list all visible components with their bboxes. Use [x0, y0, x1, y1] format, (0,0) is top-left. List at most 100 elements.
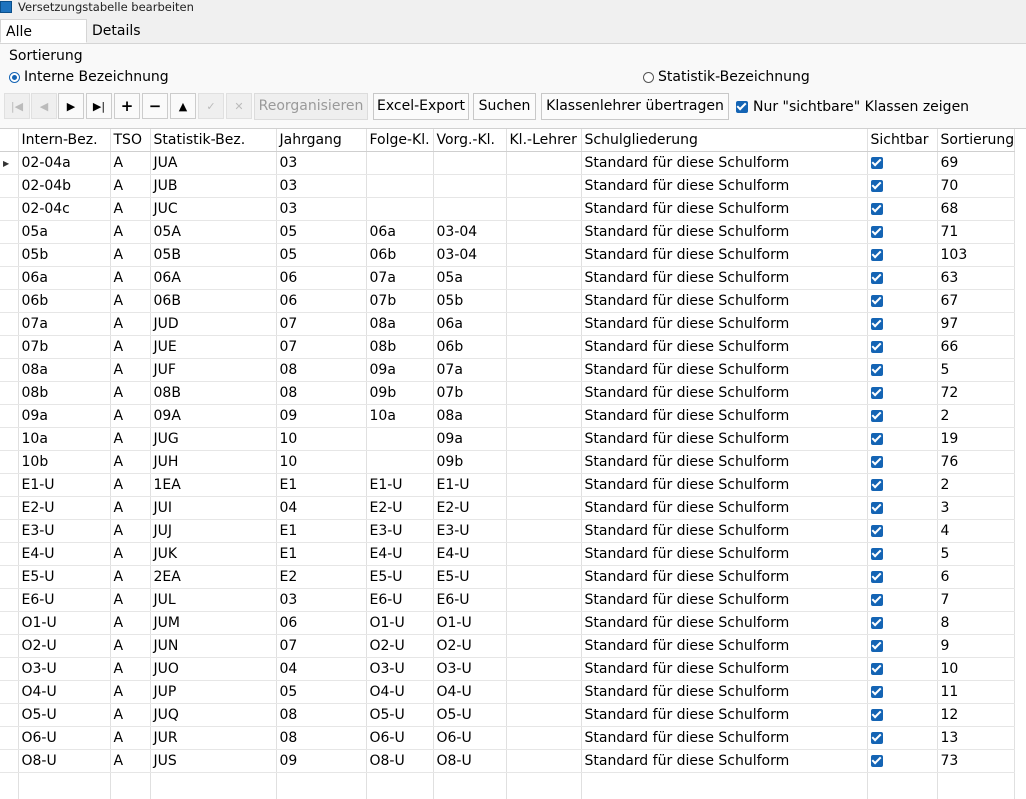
post-record-icon[interactable]: ✓ [198, 93, 224, 119]
cell-vorg[interactable]: O5-U [433, 704, 506, 727]
cell-vorg[interactable]: E1-U [433, 474, 506, 497]
cell-lehrer[interactable] [506, 382, 581, 405]
cell-sortierung[interactable]: 66 [937, 336, 1015, 359]
cell-folge[interactable] [366, 152, 433, 175]
cell-tso[interactable]: A [110, 750, 150, 773]
cell-sichtbar[interactable] [867, 359, 937, 382]
cell-gliederung[interactable]: Standard für diese Schulform [581, 221, 867, 244]
cell-tso[interactable]: A [110, 612, 150, 635]
cell-intern[interactable]: 05b [18, 244, 110, 267]
cell-sichtbar[interactable] [867, 313, 937, 336]
cell-lehrer[interactable] [506, 727, 581, 750]
cell-sortierung[interactable]: 3 [937, 497, 1015, 520]
row-indicator[interactable] [0, 589, 18, 612]
cell-vorg[interactable]: E5-U [433, 566, 506, 589]
cell-lehrer[interactable] [506, 221, 581, 244]
cell-lehrer[interactable] [506, 635, 581, 658]
cell-stat[interactable]: JUC [150, 198, 276, 221]
cell-sortierung[interactable]: 13 [937, 727, 1015, 750]
col-header[interactable]: Kl.-Lehrer [506, 129, 581, 152]
cell-intern[interactable]: O6-U [18, 727, 110, 750]
cell-sortierung[interactable]: 10 [937, 658, 1015, 681]
cell-intern[interactable]: E6-U [18, 589, 110, 612]
cell-lehrer[interactable] [506, 428, 581, 451]
cell-intern[interactable]: 05a [18, 221, 110, 244]
cell-sortierung[interactable]: 7 [937, 589, 1015, 612]
cell-stat[interactable]: 05A [150, 221, 276, 244]
cell-sortierung[interactable]: 9 [937, 635, 1015, 658]
cell-vorg[interactable]: E3-U [433, 520, 506, 543]
edit-record-icon[interactable]: ▲ [170, 93, 196, 119]
cell-jahrgang[interactable]: E1 [276, 474, 366, 497]
table-row[interactable]: 10bAJUH1009bStandard für diese Schulform… [0, 451, 1015, 474]
cell-sortierung[interactable]: 68 [937, 198, 1015, 221]
cell-vorg[interactable] [433, 175, 506, 198]
cell-sichtbar[interactable] [867, 612, 937, 635]
cell-folge[interactable]: E2-U [366, 497, 433, 520]
cell-folge[interactable]: 06b [366, 244, 433, 267]
cell-sichtbar[interactable] [867, 543, 937, 566]
cell-sortierung[interactable]: 97 [937, 313, 1015, 336]
cell-lehrer[interactable] [506, 612, 581, 635]
cell-jahrgang[interactable]: E2 [276, 566, 366, 589]
cell-stat[interactable]: 1EA [150, 474, 276, 497]
cell-jahrgang[interactable]: 07 [276, 336, 366, 359]
row-indicator[interactable] [0, 497, 18, 520]
row-indicator[interactable] [0, 290, 18, 313]
cell-intern[interactable]: 06a [18, 267, 110, 290]
cell-intern[interactable]: O1-U [18, 612, 110, 635]
row-indicator[interactable] [0, 244, 18, 267]
cell-vorg[interactable]: E2-U [433, 497, 506, 520]
row-indicator[interactable] [0, 267, 18, 290]
cell-stat[interactable]: JUJ [150, 520, 276, 543]
cell-stat[interactable]: JUE [150, 336, 276, 359]
cell-sichtbar[interactable] [867, 566, 937, 589]
cell-gliederung[interactable]: Standard für diese Schulform [581, 244, 867, 267]
row-indicator[interactable] [0, 635, 18, 658]
cell-jahrgang[interactable]: 03 [276, 175, 366, 198]
cell-folge[interactable]: O8-U [366, 750, 433, 773]
cell-sichtbar[interactable] [867, 681, 937, 704]
cell-tso[interactable]: A [110, 451, 150, 474]
col-header[interactable]: TSO [110, 129, 150, 152]
cell-stat[interactable]: JUF [150, 359, 276, 382]
cell-vorg[interactable]: 07b [433, 382, 506, 405]
cell-intern[interactable]: O3-U [18, 658, 110, 681]
cell-sichtbar[interactable] [867, 589, 937, 612]
cell-jahrgang[interactable]: E1 [276, 520, 366, 543]
row-indicator[interactable] [0, 704, 18, 727]
table-row[interactable]: 07aAJUD0708a06aStandard für diese Schulf… [0, 313, 1015, 336]
cell-stat[interactable]: JUD [150, 313, 276, 336]
row-indicator[interactable] [0, 727, 18, 750]
cell-tso[interactable]: A [110, 428, 150, 451]
cell-stat[interactable]: 2EA [150, 566, 276, 589]
table-row[interactable]: O3-UAJUO04O3-UO3-UStandard für diese Sch… [0, 658, 1015, 681]
row-indicator[interactable] [0, 336, 18, 359]
cell-tso[interactable]: A [110, 244, 150, 267]
cell-folge[interactable]: 09a [366, 359, 433, 382]
table-row[interactable]: 10aAJUG1009aStandard für diese Schulform… [0, 428, 1015, 451]
table-row[interactable]: E4-UAJUKE1E4-UE4-UStandard für diese Sch… [0, 543, 1015, 566]
excel-export-button[interactable]: Excel-Export [373, 93, 469, 120]
cell-sichtbar[interactable] [867, 635, 937, 658]
cell-tso[interactable]: A [110, 681, 150, 704]
row-indicator[interactable] [0, 474, 18, 497]
cell-tso[interactable]: A [110, 175, 150, 198]
table-row[interactable]: 06aA06A0607a05aStandard für diese Schulf… [0, 267, 1015, 290]
cell-folge[interactable]: 06a [366, 221, 433, 244]
table-row[interactable]: E2-UAJUI04E2-UE2-UStandard für diese Sch… [0, 497, 1015, 520]
cell-intern[interactable]: 07a [18, 313, 110, 336]
cell-jahrgang[interactable]: 03 [276, 198, 366, 221]
row-indicator[interactable] [0, 612, 18, 635]
cell-intern[interactable]: E3-U [18, 520, 110, 543]
cell-vorg[interactable]: 06a [433, 313, 506, 336]
cell-lehrer[interactable] [506, 704, 581, 727]
table-row[interactable]: O4-UAJUP05O4-UO4-UStandard für diese Sch… [0, 681, 1015, 704]
cell-vorg[interactable]: O6-U [433, 727, 506, 750]
cell-folge[interactable]: O1-U [366, 612, 433, 635]
table-row[interactable]: O6-UAJUR08O6-UO6-UStandard für diese Sch… [0, 727, 1015, 750]
cell-sortierung[interactable]: 2 [937, 405, 1015, 428]
row-indicator[interactable] [0, 198, 18, 221]
cell-tso[interactable]: A [110, 635, 150, 658]
cell-jahrgang[interactable]: 09 [276, 750, 366, 773]
